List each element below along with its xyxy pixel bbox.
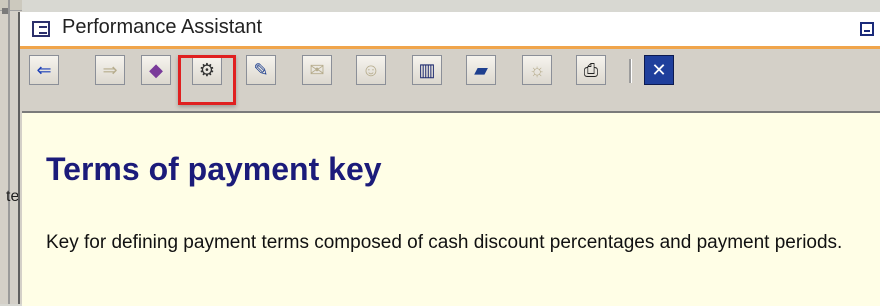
pencil-note-icon: ✎	[253, 60, 269, 80]
display-options-button[interactable]: ▰	[466, 55, 496, 85]
edit-note-button[interactable]: ✎	[246, 55, 276, 85]
close-button[interactable]: ✕	[644, 55, 674, 85]
display-icon: ▰	[474, 60, 488, 80]
settings-button[interactable]: ☼	[522, 55, 552, 85]
settings-icon: ☼	[528, 60, 546, 80]
window-title: Performance Assistant	[62, 16, 263, 38]
printer-icon: ⎙	[583, 60, 599, 80]
arrow-right-icon: ⇒	[102, 60, 118, 80]
forward-button[interactable]: ⇒	[95, 55, 125, 85]
print-button[interactable]: ⎙	[576, 55, 606, 85]
back-button[interactable]: ⇐	[29, 55, 59, 85]
annotation-highlight-box	[178, 55, 236, 105]
book-icon: ◆	[149, 60, 163, 80]
help-heading: Terms of payment key	[46, 151, 382, 187]
user-notes-button[interactable]: ☺	[356, 55, 386, 85]
help-body-text: Key for defining payment terms composed …	[46, 232, 843, 253]
application-help-button[interactable]: ◆	[141, 55, 171, 85]
user-note-icon: ☺	[361, 60, 381, 80]
toolbar: ⇐ ⇒ ◆ ⚙ ✎ ✉ ☺ ▥ ▰ ☼ ⎙ ✕	[20, 49, 880, 111]
close-icon: ✕	[651, 60, 667, 80]
performance-assistant-window: Performance Assistant ⇐ ⇒ ◆ ⚙ ✎ ✉ ☺ ▥ ▰ …	[18, 12, 880, 306]
minimize-button[interactable]	[860, 22, 874, 36]
performance-assistant-icon	[32, 21, 50, 37]
arrow-left-icon: ⇐	[36, 60, 52, 80]
open-book-icon: ▥	[418, 60, 436, 80]
toolbar-separator	[629, 59, 632, 83]
notes-button[interactable]: ✉	[302, 55, 332, 85]
help-content-pane: Terms of payment key Key for defining pa…	[22, 111, 880, 306]
title-bar: Performance Assistant	[20, 12, 880, 49]
glossary-button[interactable]: ▥	[412, 55, 442, 85]
notes-icon: ✉	[309, 60, 325, 80]
